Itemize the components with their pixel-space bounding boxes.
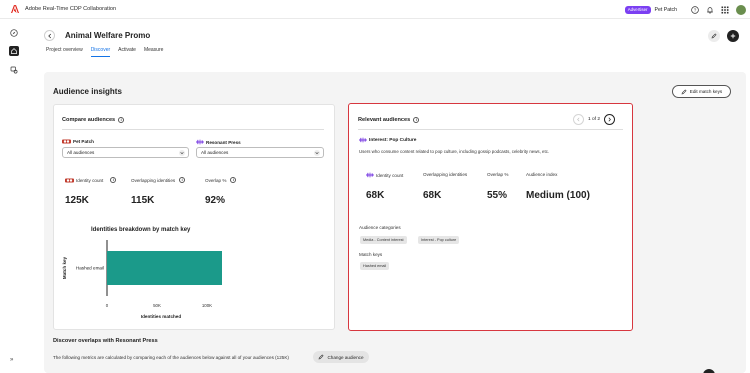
overlapping-identities-label: Overlapping identities i xyxy=(131,177,186,183)
overlap-percent-value: 92% xyxy=(205,195,226,206)
expand-rail-button[interactable]: » xyxy=(10,357,13,363)
match-key-bar-chart: Match key Identities matched Hashed emai… xyxy=(62,240,222,319)
overlapping-identities-label-text: Overlapping identities xyxy=(131,177,176,183)
discover-overlaps-title: Discover overlaps with Resonant Press xyxy=(53,338,158,344)
resonant-press-logo-icon xyxy=(359,137,367,143)
next-button[interactable] xyxy=(604,114,616,125)
category-label: Hashed email xyxy=(76,266,104,271)
home-icon[interactable] xyxy=(9,46,19,56)
org-switcher[interactable]: Pet Patch xyxy=(655,7,678,13)
audience-name-text: Interest: Pop Culture xyxy=(369,137,417,143)
top-bar: Adobe Real-Time CDP Collaboration Advert… xyxy=(0,0,750,19)
change-audience-label: Change audience xyxy=(327,354,364,360)
project-tabs: Project overview Discover Activate Measu… xyxy=(46,47,171,57)
identity-count-value: 125K xyxy=(65,195,89,206)
compass-icon[interactable] xyxy=(9,28,19,38)
compare-audiences-title: Compare audiences i xyxy=(62,117,125,123)
info-icon[interactable]: i xyxy=(179,177,186,183)
bar-hashed-email[interactable] xyxy=(107,251,222,285)
overlap-percent-label-text: Overlap % xyxy=(205,177,227,183)
rel-overlapping-identities-label: Overlapping identities xyxy=(423,172,468,177)
info-icon[interactable]: i xyxy=(110,177,117,183)
edit-project-button[interactable] xyxy=(708,30,720,42)
resonant-press-org-name: Resonant Press xyxy=(206,139,241,145)
svg-text:?: ? xyxy=(693,7,696,12)
chart-title: Identities breakdown by match key xyxy=(91,227,191,233)
add-button[interactable] xyxy=(727,30,739,42)
tab-discover[interactable]: Discover xyxy=(90,47,111,57)
pencil-icon xyxy=(681,88,687,95)
divider xyxy=(358,129,623,130)
tab-measure[interactable]: Measure xyxy=(144,47,163,57)
identity-count-label: Identity count i xyxy=(65,177,117,183)
audience-categories-label: Audience categories xyxy=(359,225,401,230)
left-audience-select[interactable]: All audiences xyxy=(62,147,189,158)
tab-project-overview[interactable]: Project overview xyxy=(46,47,83,57)
pet-patch-org-name: Pet Patch xyxy=(73,139,94,144)
help-icon[interactable]: ? xyxy=(690,5,699,14)
category-chip: Media - Content interest xyxy=(360,236,407,244)
right-audience-select-value: All audiences xyxy=(201,150,229,155)
page-title: Animal Welfare Promo xyxy=(65,31,151,40)
chevron-down-icon xyxy=(179,150,185,156)
rel-overlap-percent-value: 55% xyxy=(487,190,508,201)
edit-match-keys-button[interactable]: Edit match keys xyxy=(672,85,731,98)
compare-audiences-title-text: Compare audiences xyxy=(62,117,116,123)
category-chip: Interest - Pop culture xyxy=(418,236,460,244)
info-icon[interactable]: i xyxy=(230,177,237,183)
left-rail: » xyxy=(0,20,28,373)
match-keys-label: Match keys xyxy=(359,252,383,257)
resonant-press-logo-icon xyxy=(196,139,204,145)
audience-description: Users who consume content related to pop… xyxy=(359,149,550,154)
divider xyxy=(62,129,324,130)
match-key-chip: Hashed email xyxy=(360,262,390,270)
info-icon[interactable]: i xyxy=(413,117,420,123)
left-audience-select-value: All audiences xyxy=(67,150,95,155)
pet-patch-label: Pet Patch xyxy=(62,139,94,144)
x-tick-label: 0 xyxy=(106,303,109,308)
rel-audience-index-label: Audience index xyxy=(526,172,558,177)
overlap-percent-label: Overlap % i xyxy=(205,177,237,183)
audience-pager: 1 of 2 xyxy=(573,114,616,125)
resonant-press-label: Resonant Press xyxy=(196,139,241,145)
rel-overlapping-identities-value: 68K xyxy=(423,190,442,201)
change-audience-button[interactable]: Change audience xyxy=(313,351,369,363)
adobe-logo-icon xyxy=(11,5,19,13)
audience-insights-title: Audience insights xyxy=(53,87,122,96)
pencil-icon xyxy=(318,354,325,360)
relevant-audiences-title: Relevant audiences i xyxy=(358,117,420,123)
identity-count-label-text: Identity count xyxy=(76,177,104,183)
bell-icon[interactable] xyxy=(705,5,714,14)
y-axis-label: Match key xyxy=(62,256,67,279)
pager-text: 1 of 2 xyxy=(588,117,601,122)
avatar[interactable] xyxy=(736,4,746,15)
edit-match-keys-label: Edit match keys xyxy=(689,89,723,94)
chevron-down-icon xyxy=(314,150,320,156)
rel-identity-count-label: Identity count xyxy=(366,172,403,178)
relevant-audiences-title-text: Relevant audiences xyxy=(358,117,411,123)
audience-icon[interactable] xyxy=(9,65,19,75)
rel-audience-index-value: Medium (100) xyxy=(526,190,590,201)
x-tick-label: 50K xyxy=(153,303,161,308)
app-title: Adobe Real-Time CDP Collaboration xyxy=(25,6,117,12)
back-button[interactable] xyxy=(44,30,55,41)
discover-overlaps-description: The following metrics are calculated by … xyxy=(53,355,289,360)
rel-identity-count-label-text: Identity count xyxy=(376,172,404,178)
x-axis-label: Identities matched xyxy=(141,314,182,319)
info-icon[interactable]: i xyxy=(118,117,125,123)
overlapping-identities-value: 115K xyxy=(131,195,155,206)
advertiser-badge: Advertiser xyxy=(624,5,651,14)
rel-identity-count-value: 68K xyxy=(366,190,385,201)
x-tick-label: 100K xyxy=(202,303,212,308)
right-audience-select[interactable]: All audiences xyxy=(196,147,324,158)
pet-patch-logo-icon xyxy=(65,178,74,182)
tab-activate[interactable]: Activate xyxy=(118,47,136,57)
resonant-press-logo-icon xyxy=(366,172,374,178)
pet-patch-logo-icon xyxy=(62,139,71,144)
top-right-controls: Advertiser Pet Patch ? xyxy=(624,3,746,16)
rel-overlap-percent-label: Overlap % xyxy=(487,172,509,177)
apps-grid-icon[interactable] xyxy=(720,5,729,14)
audience-name: Interest: Pop Culture xyxy=(359,137,416,143)
previous-button[interactable] xyxy=(573,114,584,125)
